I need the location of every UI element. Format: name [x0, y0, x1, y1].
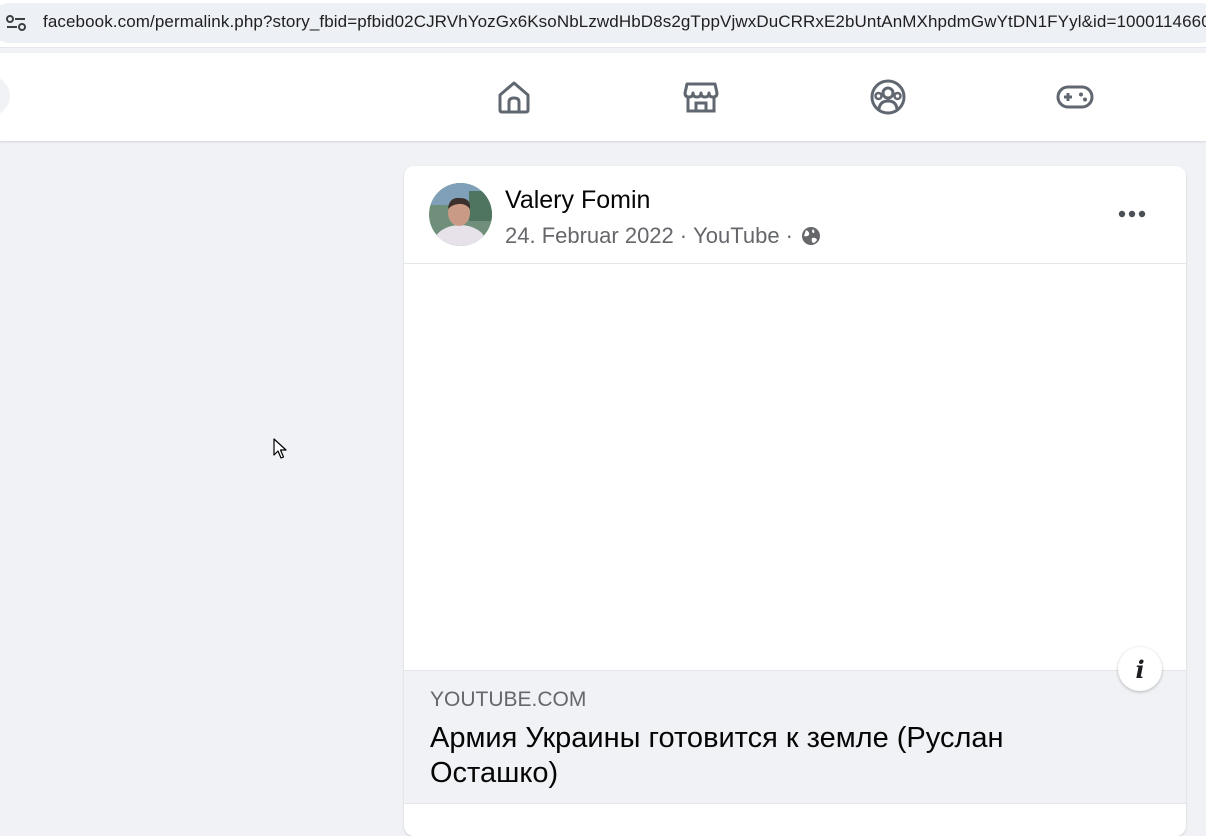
facebook-top-nav	[0, 53, 1206, 141]
info-button[interactable]: i	[1118, 647, 1162, 691]
post-author-name[interactable]: Valery Fomin	[505, 186, 650, 215]
marketplace-icon	[683, 82, 719, 113]
post-date[interactable]: 24. Februar 2022	[505, 223, 674, 249]
link-preview[interactable]: YOUTUBE.COM Армия Украины готовится к зе…	[404, 670, 1186, 804]
nav-tab-marketplace[interactable]	[681, 77, 721, 117]
nav-tab-home[interactable]	[494, 77, 534, 117]
home-icon	[498, 81, 530, 114]
post-card: Valery Fomin 24. Februar 2022 · YouTube …	[404, 166, 1186, 836]
link-domain: YOUTUBE.COM	[430, 688, 587, 711]
meta-separator: ·	[785, 223, 793, 248]
site-info-icon[interactable]	[5, 12, 27, 34]
groups-icon	[870, 79, 906, 115]
author-avatar[interactable]	[429, 183, 492, 246]
search-button[interactable]	[0, 76, 10, 116]
globe-icon[interactable]	[801, 226, 821, 246]
mouse-cursor-icon	[273, 438, 287, 459]
browser-address-bar: facebook.com/permalink.php?story_fbid=pf…	[0, 0, 1206, 48]
post-meta: 24. Februar 2022 · YouTube ·	[505, 223, 821, 249]
info-icon: i	[1135, 654, 1145, 684]
gaming-icon	[1056, 85, 1094, 109]
link-preview-media[interactable]	[404, 264, 1186, 670]
more-options-icon	[1118, 210, 1146, 218]
link-title[interactable]: Армия Украины готовится к земле (Руслан …	[430, 721, 1110, 791]
post-source: YouTube	[693, 223, 780, 248]
url-text[interactable]: facebook.com/permalink.php?story_fbid=pf…	[43, 12, 1206, 32]
nav-tab-gaming[interactable]	[1055, 77, 1095, 117]
meta-separator: ·	[679, 223, 688, 248]
nav-tab-groups[interactable]	[868, 77, 908, 117]
more-options-button[interactable]	[1112, 194, 1152, 234]
